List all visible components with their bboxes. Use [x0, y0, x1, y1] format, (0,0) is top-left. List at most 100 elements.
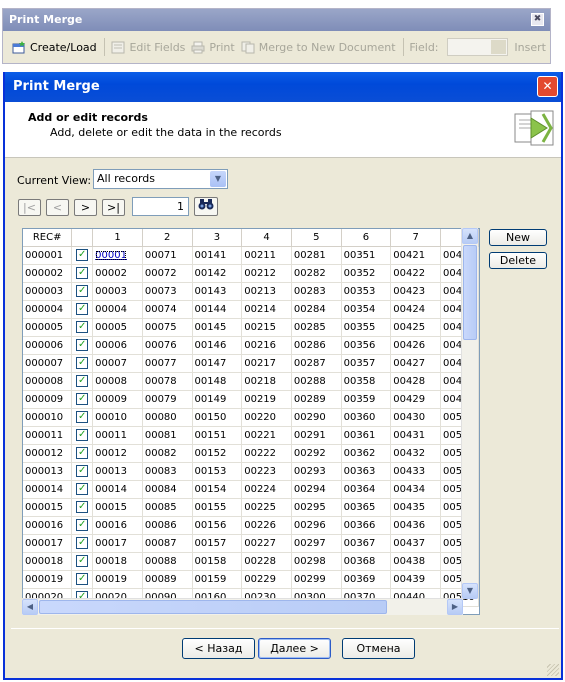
data-cell[interactable]: 00071 [142, 246, 193, 265]
record-checkbox-cell[interactable]: ✓ [71, 354, 94, 373]
table-row[interactable]: 000005 ✓ 00005 00075 00145 00215 00285 00355 004… [23, 318, 479, 337]
column-header[interactable]: 5 [291, 229, 342, 247]
data-cell[interactable]: 00217 [241, 354, 292, 373]
record-checkbox-cell[interactable]: ✓ [71, 390, 94, 409]
record-checkbox-cell[interactable]: ✓ [71, 282, 94, 301]
column-header[interactable]: 2 [142, 229, 193, 247]
data-cell[interactable]: 00369 [341, 570, 392, 589]
data-cell[interactable]: 00218 [241, 372, 292, 391]
record-checkbox-cell[interactable]: ✓ [71, 516, 94, 535]
data-cell[interactable]: 00216 [241, 336, 292, 355]
data-cell[interactable]: 00075 [142, 318, 193, 337]
checkbox-icon[interactable]: ✓ [76, 483, 89, 495]
data-cell[interactable]: 00225 [241, 498, 292, 517]
data-cell[interactable]: 00212 [241, 264, 292, 283]
data-cell[interactable]: 00153 [192, 462, 243, 481]
data-cell[interactable]: 00012 [92, 444, 143, 463]
table-row[interactable]: 000004 ✓ 00004 00074 00144 00214 00284 00354 004… [23, 300, 479, 319]
data-cell[interactable]: 00368 [341, 552, 392, 571]
data-cell[interactable]: 00010 [92, 408, 143, 427]
data-cell[interactable]: 00426 [390, 336, 441, 355]
data-cell[interactable]: 00078 [142, 372, 193, 391]
record-checkbox-cell[interactable]: ✓ [71, 444, 94, 463]
checkbox-icon[interactable]: ✓ [76, 501, 89, 513]
record-checkbox-cell[interactable]: ✓ [71, 498, 94, 517]
data-cell[interactable]: 00282 [291, 264, 342, 283]
table-row[interactable]: 000011 ✓ 00011 00081 00151 00221 00291 00361 004… [23, 426, 479, 445]
data-cell[interactable]: 00227 [241, 534, 292, 553]
data-cell[interactable]: 00226 [241, 516, 292, 535]
data-cell[interactable]: 00430 [390, 408, 441, 427]
data-cell[interactable]: 00082 [142, 444, 193, 463]
data-cell[interactable]: 00085 [142, 498, 193, 517]
record-checkbox-cell[interactable]: ✓ [71, 480, 94, 499]
data-cell[interactable]: 00293 [291, 462, 342, 481]
data-cell[interactable]: 00001 [92, 246, 143, 265]
create-load-button[interactable]: Create/Load [9, 37, 100, 57]
data-cell[interactable]: 00354 [341, 300, 392, 319]
data-cell[interactable]: 00214 [241, 300, 292, 319]
data-cell[interactable]: 00286 [291, 336, 342, 355]
checkbox-icon[interactable]: ✓ [76, 411, 89, 423]
data-cell[interactable]: 00016 [92, 516, 143, 535]
data-cell[interactable]: 00073 [142, 282, 193, 301]
data-cell[interactable]: 00229 [241, 570, 292, 589]
last-record-button[interactable]: >| [102, 199, 125, 216]
data-cell[interactable]: 00287 [291, 354, 342, 373]
find-button[interactable] [194, 197, 218, 216]
data-cell[interactable]: 00155 [192, 498, 243, 517]
data-cell[interactable]: 00018 [92, 552, 143, 571]
data-cell[interactable]: 00281 [291, 246, 342, 265]
cancel-button[interactable]: Отмена [342, 638, 415, 659]
record-checkbox-cell[interactable]: ✓ [71, 246, 94, 265]
data-cell[interactable]: 00364 [341, 480, 392, 499]
data-cell[interactable]: 00421 [390, 246, 441, 265]
column-header[interactable]: 4 [241, 229, 292, 247]
column-header[interactable]: 1 [92, 229, 143, 247]
checkbox-icon[interactable]: ✓ [76, 357, 89, 369]
merge-new-document-button[interactable]: Merge to New Document [238, 37, 399, 57]
data-cell[interactable]: 00089 [142, 570, 193, 589]
record-checkbox-cell[interactable]: ✓ [71, 426, 94, 445]
data-cell[interactable]: 00087 [142, 534, 193, 553]
data-cell[interactable]: 00154 [192, 480, 243, 499]
data-cell[interactable]: 00002 [92, 264, 143, 283]
data-cell[interactable]: 00284 [291, 300, 342, 319]
data-cell[interactable]: 00295 [291, 498, 342, 517]
data-cell[interactable]: 00013 [92, 462, 143, 481]
table-row[interactable]: 000013 ✓ 00013 00083 00153 00223 00293 00363 004… [23, 462, 479, 481]
data-cell[interactable]: 00422 [390, 264, 441, 283]
data-cell[interactable]: 00017 [92, 534, 143, 553]
record-number-input[interactable]: 1 [132, 197, 189, 216]
data-cell[interactable]: 00351 [341, 246, 392, 265]
data-cell[interactable]: 00083 [142, 462, 193, 481]
checkbox-icon[interactable]: ✓ [76, 555, 89, 567]
data-cell[interactable]: 00359 [341, 390, 392, 409]
data-cell[interactable]: 00357 [341, 354, 392, 373]
data-cell[interactable]: 00158 [192, 552, 243, 571]
record-checkbox-cell[interactable]: ✓ [71, 462, 94, 481]
data-cell[interactable]: 00076 [142, 336, 193, 355]
data-cell[interactable]: 00074 [142, 300, 193, 319]
data-cell[interactable]: 00003 [92, 282, 143, 301]
data-cell[interactable]: 00015 [92, 498, 143, 517]
next-record-button[interactable]: > [74, 199, 97, 216]
checkbox-icon[interactable]: ✓ [76, 267, 89, 279]
data-cell[interactable]: 00004 [92, 300, 143, 319]
data-cell[interactable]: 00150 [192, 408, 243, 427]
table-row[interactable]: 000002 ✓ 00002 00072 00142 00212 00282 00352 004… [23, 264, 479, 283]
scroll-left-button[interactable]: ◀ [22, 599, 38, 615]
edit-fields-button[interactable]: Edit Fields [108, 37, 188, 57]
data-cell[interactable]: 00223 [241, 462, 292, 481]
data-cell[interactable]: 00141 [192, 246, 243, 265]
data-cell[interactable]: 00434 [390, 480, 441, 499]
new-record-button[interactable]: New [489, 229, 547, 246]
data-cell[interactable]: 00353 [341, 282, 392, 301]
data-cell[interactable]: 00290 [291, 408, 342, 427]
data-cell[interactable]: 00285 [291, 318, 342, 337]
data-cell[interactable]: 00224 [241, 480, 292, 499]
scroll-down-button[interactable]: ▼ [462, 583, 478, 599]
table-row[interactable]: 000016 ✓ 00016 00086 00156 00226 00296 00366 004… [23, 516, 479, 535]
data-cell[interactable]: 00297 [291, 534, 342, 553]
checkbox-icon[interactable]: ✓ [76, 285, 89, 297]
